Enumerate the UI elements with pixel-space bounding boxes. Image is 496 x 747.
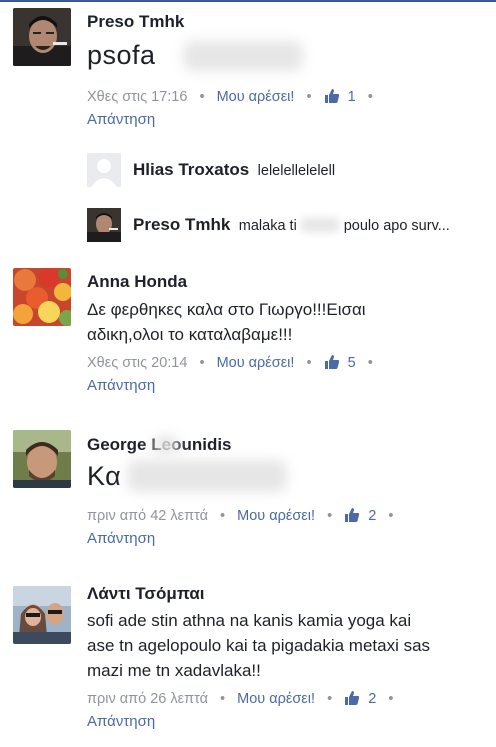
comment-author[interactable]: Preso Tmhk xyxy=(87,11,488,33)
comment-text-visible: psofa xyxy=(87,40,156,70)
separator-dot: • xyxy=(388,691,394,707)
reply-text-start: malaka ti xyxy=(238,218,297,234)
separator-dot: • xyxy=(220,691,226,707)
reply-item[interactable]: Preso Tmhk malaka ti poulo apo surv... xyxy=(87,208,487,242)
default-avatar xyxy=(87,153,121,187)
separator-dot: • xyxy=(199,355,205,371)
like-button[interactable]: Μου αρέσει! xyxy=(217,355,295,371)
separator-dot: • xyxy=(306,89,312,105)
avatar[interactable] xyxy=(13,586,71,644)
separator-dot: • xyxy=(388,508,394,524)
separator-dot: • xyxy=(199,89,205,105)
like-button[interactable]: Μου αρέσει! xyxy=(217,89,295,105)
reply-button[interactable]: Απάντηση xyxy=(87,110,488,130)
separator-dot: • xyxy=(220,508,226,524)
thumbs-up-icon[interactable] xyxy=(324,354,340,376)
comment-text-line: ase tn agelopoulo kai ta pigadakia metax… xyxy=(87,636,431,655)
comment-text-line: Δε φερθηκες καλα στο Γιωργο!!!Εισαι xyxy=(87,300,366,319)
thumbs-up-icon[interactable] xyxy=(344,507,360,529)
comment-text-line: αδικη,ολοι το καταλαβαμε!!! xyxy=(87,325,293,344)
reply-author[interactable]: Preso Tmhk xyxy=(133,215,230,234)
comment-meta: Χθες στις 20:14 • Μου αρέσει! • 5 • xyxy=(87,353,488,376)
avatar-photo xyxy=(13,268,71,326)
avatar[interactable] xyxy=(13,430,71,488)
avatar[interactable] xyxy=(13,8,71,66)
comment-item: George Leounidis Κα πριν από 42 λεπτά • … xyxy=(0,423,496,563)
comment-text-line: mazi me tn xadavlaka!! xyxy=(87,661,261,680)
comment-author[interactable]: George Leounidis xyxy=(87,434,232,456)
separator-dot: • xyxy=(306,355,312,371)
like-count[interactable]: 2 xyxy=(368,508,376,524)
separator-dot: • xyxy=(367,89,373,105)
reply-author[interactable]: Hlias Troxatos xyxy=(133,160,249,179)
like-button[interactable]: Μου αρέσει! xyxy=(237,508,315,524)
comment-time[interactable]: πριν από 42 λεπτά xyxy=(87,508,208,524)
comment-item: Λάντι Τσόμπαι sofi ade stin athna na kan… xyxy=(0,578,496,747)
comment-item: Anna Honda Δε φερθηκες καλα στο Γιωργο!!… xyxy=(0,260,496,400)
avatar-photo xyxy=(87,208,121,242)
like-button[interactable]: Μου αρέσει! xyxy=(237,691,315,707)
avatar[interactable] xyxy=(13,268,71,326)
redacted-region xyxy=(127,460,287,492)
comment-meta: πριν από 26 λεπτά • Μου αρέσει! • 2 • xyxy=(87,689,488,712)
comment-item: Preso Tmhk psofa Χθες στις 17:16 • Μου α… xyxy=(0,0,496,140)
comment-time[interactable]: πριν από 26 λεπτά xyxy=(87,691,208,707)
comment-time[interactable]: Χθες στις 17:16 xyxy=(87,89,187,105)
redacted-region xyxy=(153,436,179,454)
comment-author[interactable]: Λάντι Τσόμπαι xyxy=(87,583,488,605)
like-count[interactable]: 2 xyxy=(368,691,376,707)
avatar-photo xyxy=(13,8,71,66)
like-count[interactable]: 1 xyxy=(348,89,356,105)
person-silhouette-icon xyxy=(87,153,121,187)
thumbs-up-icon[interactable] xyxy=(344,690,360,712)
like-count[interactable]: 5 xyxy=(348,355,356,371)
reply-item[interactable]: Hlias Troxatos lelelellelelell xyxy=(87,153,487,187)
reply-text: lelelellelelell xyxy=(257,163,336,179)
avatar-photo xyxy=(13,586,71,644)
comment-meta: Χθες στις 17:16 • Μου αρέσει! • 1 • xyxy=(87,87,488,110)
reply-button[interactable]: Απάντηση xyxy=(87,529,488,549)
comment-text-line: sofi ade stin athna na kanis kamia yoga … xyxy=(87,611,412,630)
avatar-photo xyxy=(13,430,71,488)
redacted-region xyxy=(183,41,303,71)
comment-text-visible: Κα xyxy=(87,461,122,491)
avatar xyxy=(87,208,121,242)
separator-dot: • xyxy=(367,355,373,371)
comment-author[interactable]: Anna Honda xyxy=(87,271,488,293)
redacted-region xyxy=(301,218,340,232)
comment-text: Κα xyxy=(87,460,488,492)
comment-meta: πριν από 42 λεπτά • Μου αρέσει! • 2 • xyxy=(87,506,488,529)
comment-text: psofa xyxy=(87,39,488,71)
comment-time[interactable]: Χθες στις 20:14 xyxy=(87,355,187,371)
reply-text-end: poulo apo surv... xyxy=(343,218,450,234)
thumbs-up-icon[interactable] xyxy=(324,88,340,110)
separator-dot: • xyxy=(327,691,333,707)
reply-button[interactable]: Απάντηση xyxy=(87,376,488,396)
reply-button[interactable]: Απάντηση xyxy=(87,712,488,732)
separator-dot: • xyxy=(327,508,333,524)
